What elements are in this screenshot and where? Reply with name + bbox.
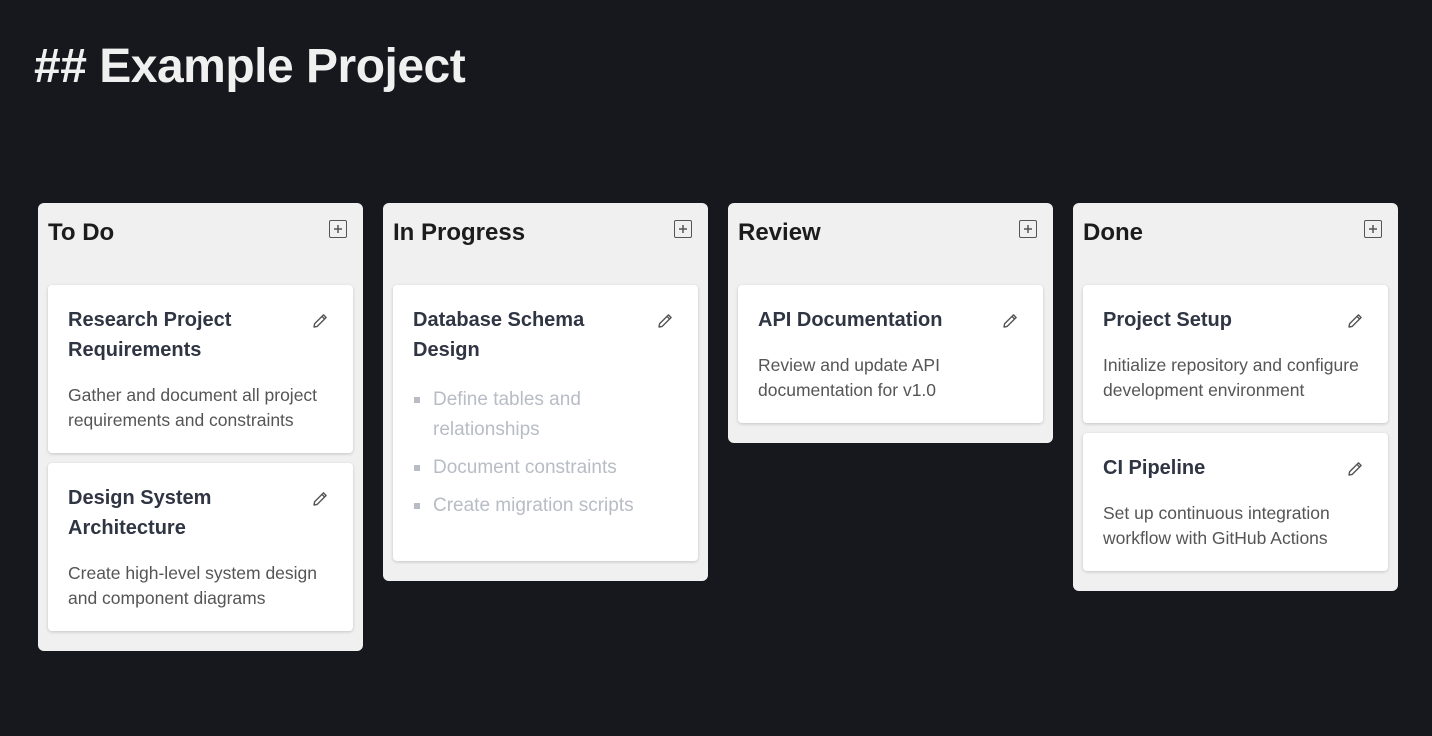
plus-icon xyxy=(679,225,687,233)
card-description: Gather and document all project requirem… xyxy=(68,385,318,430)
pencil-icon[interactable] xyxy=(311,312,329,330)
task-card[interactable]: Research Project Requirements Gather and… xyxy=(48,285,353,453)
card-description: Create high-level system design and comp… xyxy=(68,563,318,608)
column-title: Review xyxy=(738,219,821,246)
checklist-item: Define tables and relationships xyxy=(413,385,678,445)
add-card-button[interactable] xyxy=(1364,220,1382,238)
page-title: ## Example Project xyxy=(34,40,466,93)
card-description: Review and update API documentation for … xyxy=(758,355,940,400)
plus-icon xyxy=(1024,225,1032,233)
add-card-button[interactable] xyxy=(329,220,347,238)
column-title: Done xyxy=(1083,219,1143,246)
column-in-progress: In Progress Database Schema Design Defin… xyxy=(383,203,708,581)
add-card-button[interactable] xyxy=(1019,220,1037,238)
column-to-do: To Do Research Project Requirements Gath… xyxy=(38,203,363,651)
card-title: API Documentation xyxy=(758,309,943,331)
column-title: In Progress xyxy=(393,219,526,246)
pencil-icon[interactable] xyxy=(311,490,329,508)
column-header: In Progress xyxy=(393,203,698,285)
card-title: Design System Architecture xyxy=(68,487,212,539)
task-card[interactable]: Design System Architecture Create high-l… xyxy=(48,463,353,631)
plus-icon xyxy=(1369,225,1377,233)
column-header: To Do xyxy=(48,203,353,285)
card-description: Set up continuous integration workflow w… xyxy=(1103,503,1330,548)
checklist-item: Create migration scripts xyxy=(413,491,678,521)
add-card-button[interactable] xyxy=(674,220,692,238)
task-card[interactable]: Project Setup Initialize repository and … xyxy=(1083,285,1388,423)
column-title: To Do xyxy=(48,219,115,246)
card-title: Research Project Requirements xyxy=(68,309,232,361)
kanban-board: To Do Research Project Requirements Gath… xyxy=(38,203,1398,651)
column-done: Done Project Setup Initialize repository… xyxy=(1073,203,1398,591)
column-review: Review API Documentation Review and upda… xyxy=(728,203,1053,443)
card-checklist: Define tables and relationships Document… xyxy=(413,385,678,521)
task-card[interactable]: Database Schema Design Define tables and… xyxy=(393,285,698,561)
task-card[interactable]: API Documentation Review and update API … xyxy=(738,285,1043,423)
card-title: CI Pipeline xyxy=(1103,457,1206,479)
pencil-icon[interactable] xyxy=(656,312,674,330)
checklist-item: Document constraints xyxy=(413,453,678,483)
pencil-icon[interactable] xyxy=(1001,312,1019,330)
pencil-icon[interactable] xyxy=(1346,460,1364,478)
task-card[interactable]: CI Pipeline Set up continuous integratio… xyxy=(1083,433,1388,571)
card-title: Database Schema Design xyxy=(413,309,585,361)
card-title: Project Setup xyxy=(1103,309,1232,331)
card-description: Initialize repository and configure deve… xyxy=(1103,355,1359,400)
column-header: Review xyxy=(738,203,1043,285)
plus-icon xyxy=(334,225,342,233)
pencil-icon[interactable] xyxy=(1346,312,1364,330)
column-header: Done xyxy=(1083,203,1388,285)
